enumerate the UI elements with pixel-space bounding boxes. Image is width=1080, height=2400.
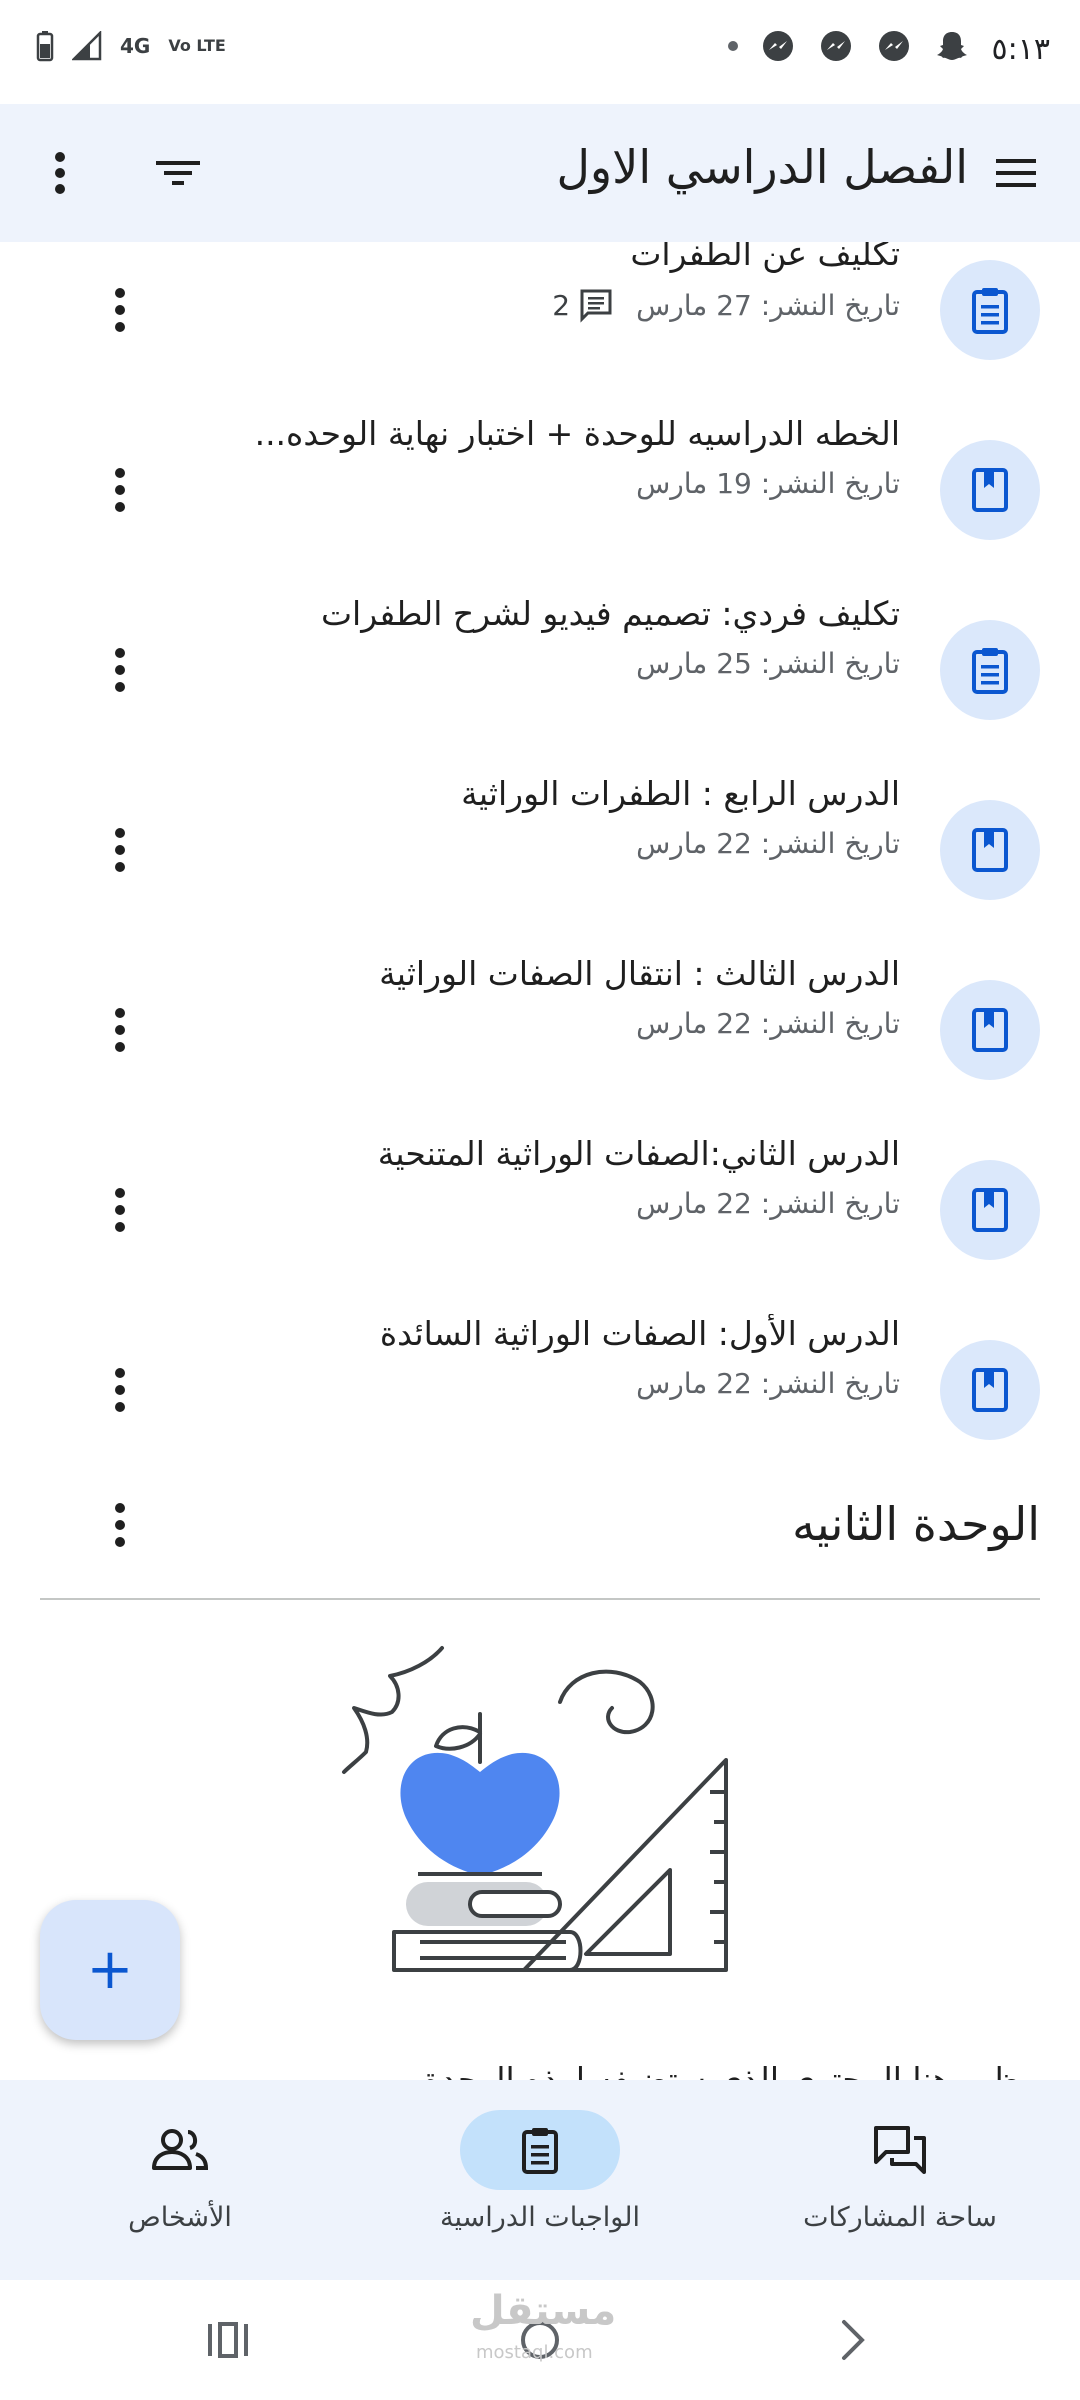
item-date: تاريخ النشر: 22 مارس (636, 1187, 900, 1220)
material-icon-badge (940, 800, 1040, 900)
assignment-icon (522, 2128, 558, 2174)
recents-button[interactable] (196, 2308, 260, 2372)
material-icon-badge (940, 980, 1040, 1080)
item-title: الدرس الثالث : انتقال الصفات الوراثية (379, 954, 900, 993)
network-type: 4G (120, 34, 151, 58)
classwork-item[interactable]: الخطه الدراسيه للوحدة + اختبار نهاية الو… (0, 400, 1080, 580)
more-vert-icon (115, 468, 125, 512)
nav-label: الواجبات الدراسية (440, 2202, 640, 2233)
messenger-icon (821, 31, 851, 61)
section-divider (40, 1598, 1040, 1600)
item-more-button[interactable] (96, 642, 144, 698)
filter-icon (156, 161, 200, 185)
classwork-item[interactable]: تكليف عن الطفرات تاريخ النشر: 27 مارس 2 (0, 242, 1080, 400)
forum-icon (874, 2126, 926, 2174)
more-vert-icon (115, 1368, 125, 1412)
more-vert-icon (55, 152, 65, 194)
signal-icon (72, 31, 102, 61)
item-date: تاريخ النشر: 25 مارس (636, 647, 900, 680)
status-bar: 4G Vo LTE ٥:١٣ (0, 0, 1080, 104)
item-more-button[interactable] (96, 1182, 144, 1238)
classwork-item[interactable]: تكليف فردي: تصميم فيديو لشرح الطفرات تار… (0, 580, 1080, 760)
item-more-button[interactable] (96, 282, 144, 338)
nav-people[interactable]: الأشخاص (30, 2110, 330, 2233)
plus-icon: + (86, 1937, 134, 2002)
messenger-icon (879, 31, 909, 61)
book-icon (972, 1008, 1008, 1052)
section-title: الوحدة الثانيه (792, 1497, 1040, 1551)
nav-classwork[interactable]: الواجبات الدراسية (390, 2110, 690, 2233)
more-vert-icon (115, 1503, 125, 1547)
book-icon (972, 828, 1008, 872)
nav-label: ساحة المشاركات (803, 2202, 997, 2233)
item-date: تاريخ النشر: 22 مارس (636, 1367, 900, 1400)
nav-stream[interactable]: ساحة المشاركات (750, 2110, 1050, 2233)
classwork-item[interactable]: الدرس الرابع : الطفرات الوراثية تاريخ ال… (0, 760, 1080, 940)
book-icon (972, 1368, 1008, 1412)
material-icon-badge (940, 440, 1040, 540)
item-date: تاريخ النشر: 22 مارس (636, 827, 900, 860)
bottom-navigation: ساحة المشاركات الواجبات الدراسية الأشخاص (0, 2080, 1080, 2280)
comment-icon (580, 289, 612, 323)
nav-label: الأشخاص (128, 2202, 232, 2233)
item-date: تاريخ النشر: 19 مارس (636, 467, 900, 500)
hamburger-icon (996, 159, 1036, 187)
book-icon (972, 468, 1008, 512)
assignment-icon-badge (940, 620, 1040, 720)
item-title: تكليف فردي: تصميم فيديو لشرح الطفرات (320, 594, 900, 633)
classwork-item[interactable]: الدرس الأول: الصفات الوراثية السائدة تار… (0, 1300, 1080, 1480)
item-more-button[interactable] (96, 822, 144, 878)
recents-icon (208, 2322, 248, 2358)
comment-count-value: 2 (552, 288, 571, 322)
empty-state-illustration (342, 1646, 728, 1972)
chevron-right-icon (842, 2320, 865, 2360)
item-date: تاريخ النشر: 22 مارس (636, 1007, 900, 1040)
item-title: الدرس الرابع : الطفرات الوراثية (461, 774, 900, 813)
classwork-list: تكليف عن الطفرات تاريخ النشر: 27 مارس 2 … (0, 242, 1080, 2080)
assignment-icon (972, 288, 1008, 334)
item-title: الدرس الثاني:الصفات الوراثية المتنحية (377, 1134, 900, 1173)
create-fab[interactable]: + (40, 1900, 180, 2040)
book-icon (972, 1188, 1008, 1232)
app-bar: الفصل الدراسي الاول (0, 104, 1080, 242)
assignment-icon (972, 648, 1008, 694)
back-button[interactable] (820, 2308, 884, 2372)
classwork-item[interactable]: الدرس الثاني:الصفات الوراثية المتنحية تا… (0, 1120, 1080, 1300)
section-more-button[interactable] (96, 1497, 144, 1553)
material-icon-badge (940, 1340, 1040, 1440)
watermark-logo: مستقل (470, 2288, 617, 2334)
notification-dot (728, 41, 738, 51)
filter-button[interactable] (150, 145, 206, 201)
status-left: 4G Vo LTE (36, 30, 226, 62)
classwork-item[interactable]: الدرس الثالث : انتقال الصفات الوراثية تا… (0, 940, 1080, 1120)
item-more-button[interactable] (96, 1002, 144, 1058)
system-navigation: مستقل mostaql.com (0, 2280, 1080, 2400)
item-more-button[interactable] (96, 462, 144, 518)
item-more-button[interactable] (96, 1362, 144, 1418)
watermark-url: mostaql.com (476, 2342, 593, 2363)
item-title: تكليف عن الطفرات (630, 242, 900, 273)
more-vert-icon (115, 648, 125, 692)
more-vert-icon (115, 1008, 125, 1052)
more-vert-icon (115, 288, 125, 332)
page-title: الفصل الدراسي الاول (556, 140, 968, 194)
more-vert-icon (115, 828, 125, 872)
more-vert-icon (115, 1188, 125, 1232)
empty-state-text: ظهر هنا المحتوى الذي ستضيفه لهذه الوحدة (423, 2060, 1020, 2080)
status-time: ٥:١٣ (991, 32, 1050, 67)
snapchat-icon (937, 32, 967, 60)
assignment-icon-badge (940, 260, 1040, 360)
item-title: الدرس الأول: الصفات الوراثية السائدة (379, 1314, 900, 1353)
comment-count[interactable]: 2 (552, 287, 614, 323)
material-icon-badge (940, 1160, 1040, 1260)
battery-icon (36, 31, 54, 62)
more-options-button[interactable] (36, 145, 84, 201)
status-right (728, 28, 970, 64)
volte-indicator: Vo LTE (168, 36, 226, 55)
people-icon (152, 2129, 209, 2170)
item-title: الخطه الدراسيه للوحدة + اختبار نهاية الو… (254, 414, 900, 453)
item-date: تاريخ النشر: 27 مارس (636, 288, 900, 322)
messenger-icon (763, 31, 793, 61)
menu-button[interactable] (988, 145, 1044, 201)
